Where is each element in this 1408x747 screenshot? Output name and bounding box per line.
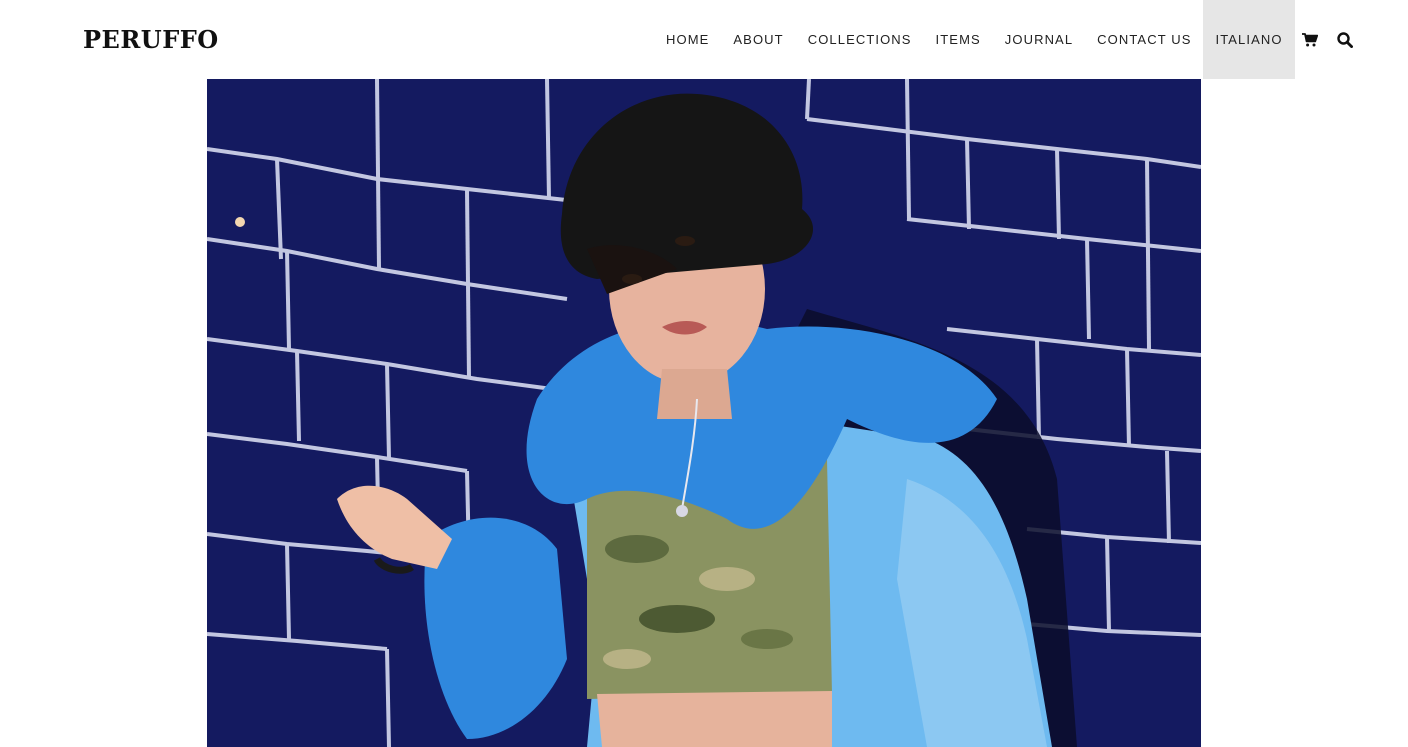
nav-collections[interactable]: COLLECTIONS (796, 0, 924, 79)
hero-photo (207, 79, 1201, 747)
nav-language-italiano[interactable]: ITALIANO (1203, 0, 1295, 79)
cart-button[interactable] (1295, 0, 1325, 79)
nav-about[interactable]: ABOUT (721, 0, 795, 79)
nav-journal[interactable]: JOURNAL (993, 0, 1085, 79)
nav-items[interactable]: ITEMS (924, 0, 993, 79)
nav-contact-us[interactable]: CONTACT US (1085, 0, 1203, 79)
search-button[interactable] (1325, 0, 1365, 79)
site-logo[interactable]: PERUFFO (83, 25, 219, 55)
search-icon (1336, 31, 1353, 48)
site-header: PERUFFO HOME ABOUT COLLECTIONS ITEMS JOU… (0, 0, 1408, 79)
main-nav: HOME ABOUT COLLECTIONS ITEMS JOURNAL CON… (654, 0, 1365, 79)
nav-home[interactable]: HOME (654, 0, 721, 79)
hero-image (207, 79, 1201, 747)
cart-icon (1301, 32, 1318, 47)
